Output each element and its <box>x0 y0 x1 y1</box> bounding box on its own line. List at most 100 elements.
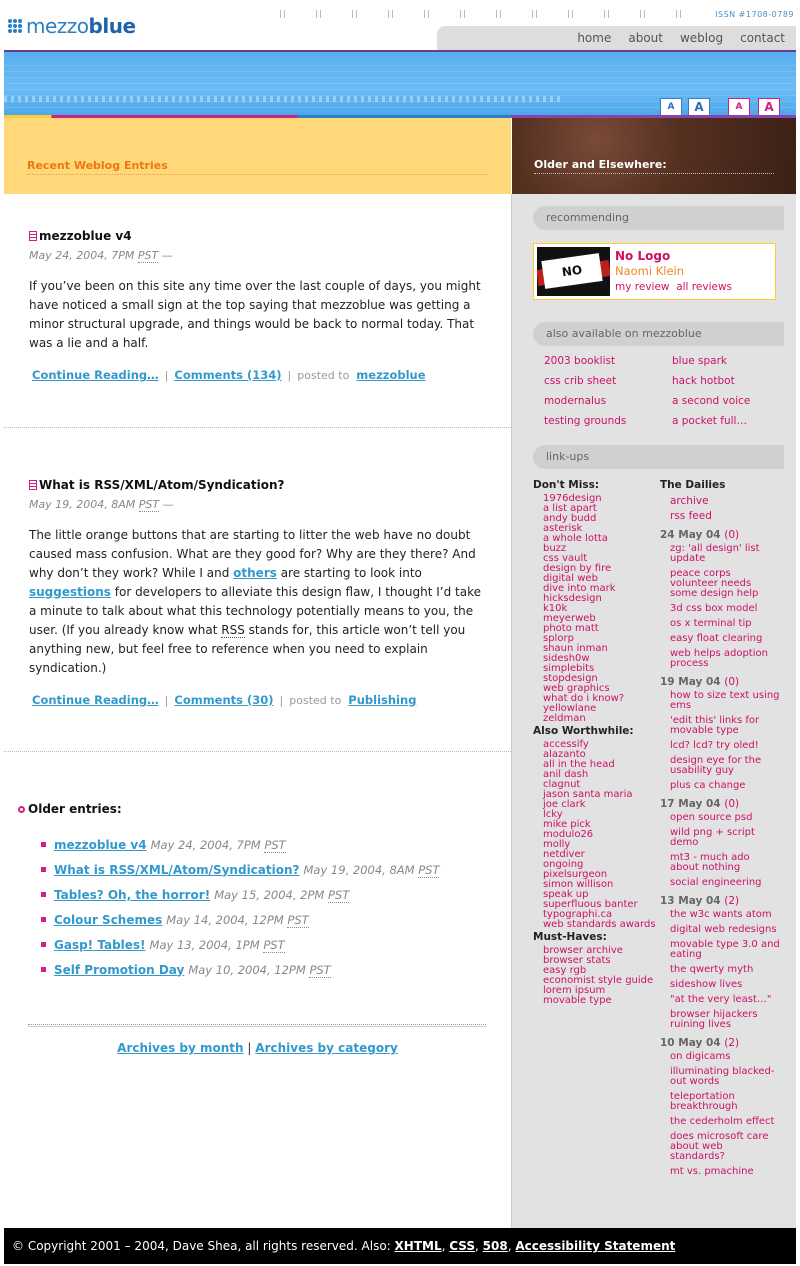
daily-link[interactable]: lcd? lcd? try oled! <box>670 741 780 751</box>
daily-date: 13 May 04 (2) <box>660 895 740 907</box>
daily-link[interactable]: illuminating blacked-out words <box>670 1067 780 1087</box>
all-reviews-link[interactable]: all reviews <box>676 281 732 293</box>
logo-text-bold: blue <box>88 14 136 38</box>
bullet-icon <box>41 892 46 897</box>
older-entry-link[interactable]: mezzoblue v4 <box>54 838 147 852</box>
daily-link[interactable]: web helps adoption process <box>670 649 780 669</box>
nav-about[interactable]: about <box>628 31 663 45</box>
daily-count[interactable]: (0) <box>724 529 739 541</box>
older-entry-link[interactable]: Tables? Oh, the horror! <box>54 888 210 902</box>
comments-link[interactable]: Comments (30) <box>174 693 273 707</box>
daily-link[interactable]: sideshow lives <box>670 980 780 990</box>
banner-ruler <box>4 96 564 102</box>
nav-home[interactable]: home <box>577 31 611 45</box>
daily-link[interactable]: easy float clearing <box>670 634 780 644</box>
daily-link[interactable]: social engineering <box>670 878 780 888</box>
recommending-heading: recommending <box>533 206 784 230</box>
older-entry-link[interactable]: Colour Schemes <box>54 913 162 927</box>
xhtml-link[interactable]: XHTML <box>395 1239 442 1253</box>
link-up-link[interactable]: web standards awards <box>543 920 656 930</box>
also-available-link[interactable]: a second voice <box>672 395 750 407</box>
508-link[interactable]: 508 <box>483 1239 508 1253</box>
comments-link[interactable]: Comments (134) <box>174 368 281 382</box>
daily-link[interactable]: peace corps volunteer needs some design … <box>670 569 780 599</box>
daily-link[interactable]: the qwerty myth <box>670 965 780 975</box>
daily-link[interactable]: mt vs. pmachine <box>670 1167 780 1177</box>
daily-link[interactable]: teleportation breakthrough <box>670 1092 780 1112</box>
dailies-link[interactable]: archive <box>670 495 709 507</box>
also-available-link[interactable]: modernalus <box>544 395 606 407</box>
css-link[interactable]: CSS <box>449 1239 475 1253</box>
daily-link[interactable]: the w3c wants atom <box>670 910 780 920</box>
weblog-post: mezzoblue v4 May 24, 2004, 7PM PST — If … <box>4 194 511 428</box>
others-link[interactable]: others <box>233 566 277 580</box>
font-size-large-button[interactable]: A <box>688 98 710 116</box>
post-links: Continue Reading… | Comments (30) | posted t… <box>32 693 417 707</box>
daily-link[interactable]: os x terminal tip <box>670 619 780 629</box>
post-title[interactable]: What is RSS/XML/Atom/Syndication? <box>29 478 285 492</box>
daily-link[interactable]: mt3 - much ado about nothing <box>670 853 780 873</box>
daily-link[interactable]: movable type 3.0 and eating <box>670 940 780 960</box>
timezone: PST <box>263 937 285 953</box>
bullet-icon <box>41 967 46 972</box>
daily-link[interactable]: zg: 'all design' list update <box>670 544 780 564</box>
post-body: If you’ve been on this site any time ove… <box>29 279 481 350</box>
accessibility-statement-link[interactable]: Accessibility Statement <box>515 1239 675 1253</box>
category-link[interactable]: mezzoblue <box>356 368 425 382</box>
style-switch-large-button[interactable]: A <box>758 98 780 116</box>
daily-count[interactable]: (2) <box>724 1037 739 1049</box>
older-entry-link[interactable]: Self Promotion Day <box>54 963 184 977</box>
archives-by-month-link[interactable]: Archives by month <box>117 1041 243 1055</box>
suggestions-link[interactable]: suggestions <box>29 585 111 599</box>
also-available-link[interactable]: blue spark <box>672 355 727 367</box>
older-entry-link[interactable]: Gasp! Tables! <box>54 938 146 952</box>
nav-contact[interactable]: contact <box>740 31 785 45</box>
older-entry: Gasp! Tables! May 13, 2004, 1PM PST <box>41 932 439 957</box>
daily-link[interactable]: wild png + script demo <box>670 828 780 848</box>
link-group-heading: Must-Haves: <box>533 931 607 943</box>
font-size-small-button[interactable]: A <box>660 98 682 116</box>
dailies-link[interactable]: rss feed <box>670 510 712 522</box>
link-up-link[interactable]: movable type <box>543 996 612 1006</box>
nav-weblog[interactable]: weblog <box>680 31 723 45</box>
daily-link[interactable]: does microsoft care about web standards? <box>670 1132 780 1162</box>
also-available-link[interactable]: css crib sheet <box>544 375 616 387</box>
daily-link[interactable]: browser hijackers ruining lives <box>670 1010 780 1030</box>
older-entry-link[interactable]: What is RSS/XML/Atom/Syndication? <box>54 863 300 877</box>
book-title[interactable]: No Logo <box>615 249 670 263</box>
link-up-link[interactable]: zeldman <box>543 714 586 724</box>
also-available-link[interactable]: testing grounds <box>544 415 626 427</box>
daily-link[interactable]: the cederholm effect <box>670 1117 780 1127</box>
daily-link[interactable]: digital web redesigns <box>670 925 780 935</box>
daily-link[interactable]: 3d css box model <box>670 604 780 614</box>
also-available-link[interactable]: a pocket full… <box>672 415 747 427</box>
book-cover-image[interactable]: NO LOGO <box>537 247 610 296</box>
timezone: PST <box>287 912 309 928</box>
category-link[interactable]: Publishing <box>348 693 416 707</box>
archives-links: Archives by month | Archives by category <box>117 1041 398 1055</box>
daily-link[interactable]: "at the very least…" <box>670 995 780 1005</box>
also-available-link[interactable]: hack hotbot <box>672 375 735 387</box>
also-available-link[interactable]: 2003 booklist <box>544 355 615 367</box>
continue-reading-link[interactable]: Continue Reading… <box>32 693 159 707</box>
divider <box>28 1024 486 1027</box>
daily-count[interactable]: (0) <box>724 798 739 810</box>
header-banner: A A A A <box>4 50 796 117</box>
daily-link[interactable]: how to size text using ems <box>670 691 780 711</box>
daily-link[interactable]: 'edit this' links for movable type <box>670 716 780 736</box>
daily-link[interactable]: design eye for the usability guy <box>670 756 780 776</box>
daily-link[interactable]: open source psd <box>670 813 780 823</box>
daily-count[interactable]: (2) <box>724 895 739 907</box>
daily-count[interactable]: (0) <box>724 676 739 688</box>
my-review-link[interactable]: my review <box>615 281 670 293</box>
post-meta: May 24, 2004, 7PM PST — <box>29 249 173 263</box>
archives-by-category-link[interactable]: Archives by category <box>255 1041 398 1055</box>
site-logo[interactable]: mezzo blue <box>8 14 136 38</box>
daily-link[interactable]: plus ca change <box>670 781 780 791</box>
older-elsewhere-header: Older and Elsewhere: <box>512 118 796 194</box>
post-title[interactable]: mezzoblue v4 <box>29 229 132 243</box>
continue-reading-link[interactable]: Continue Reading… <box>32 368 159 382</box>
daily-link[interactable]: on digicams <box>670 1052 780 1062</box>
top-bar: mezzo blue ISSN #1708-0789 home about web… <box>0 0 800 52</box>
style-switch-small-button[interactable]: A <box>728 98 750 116</box>
